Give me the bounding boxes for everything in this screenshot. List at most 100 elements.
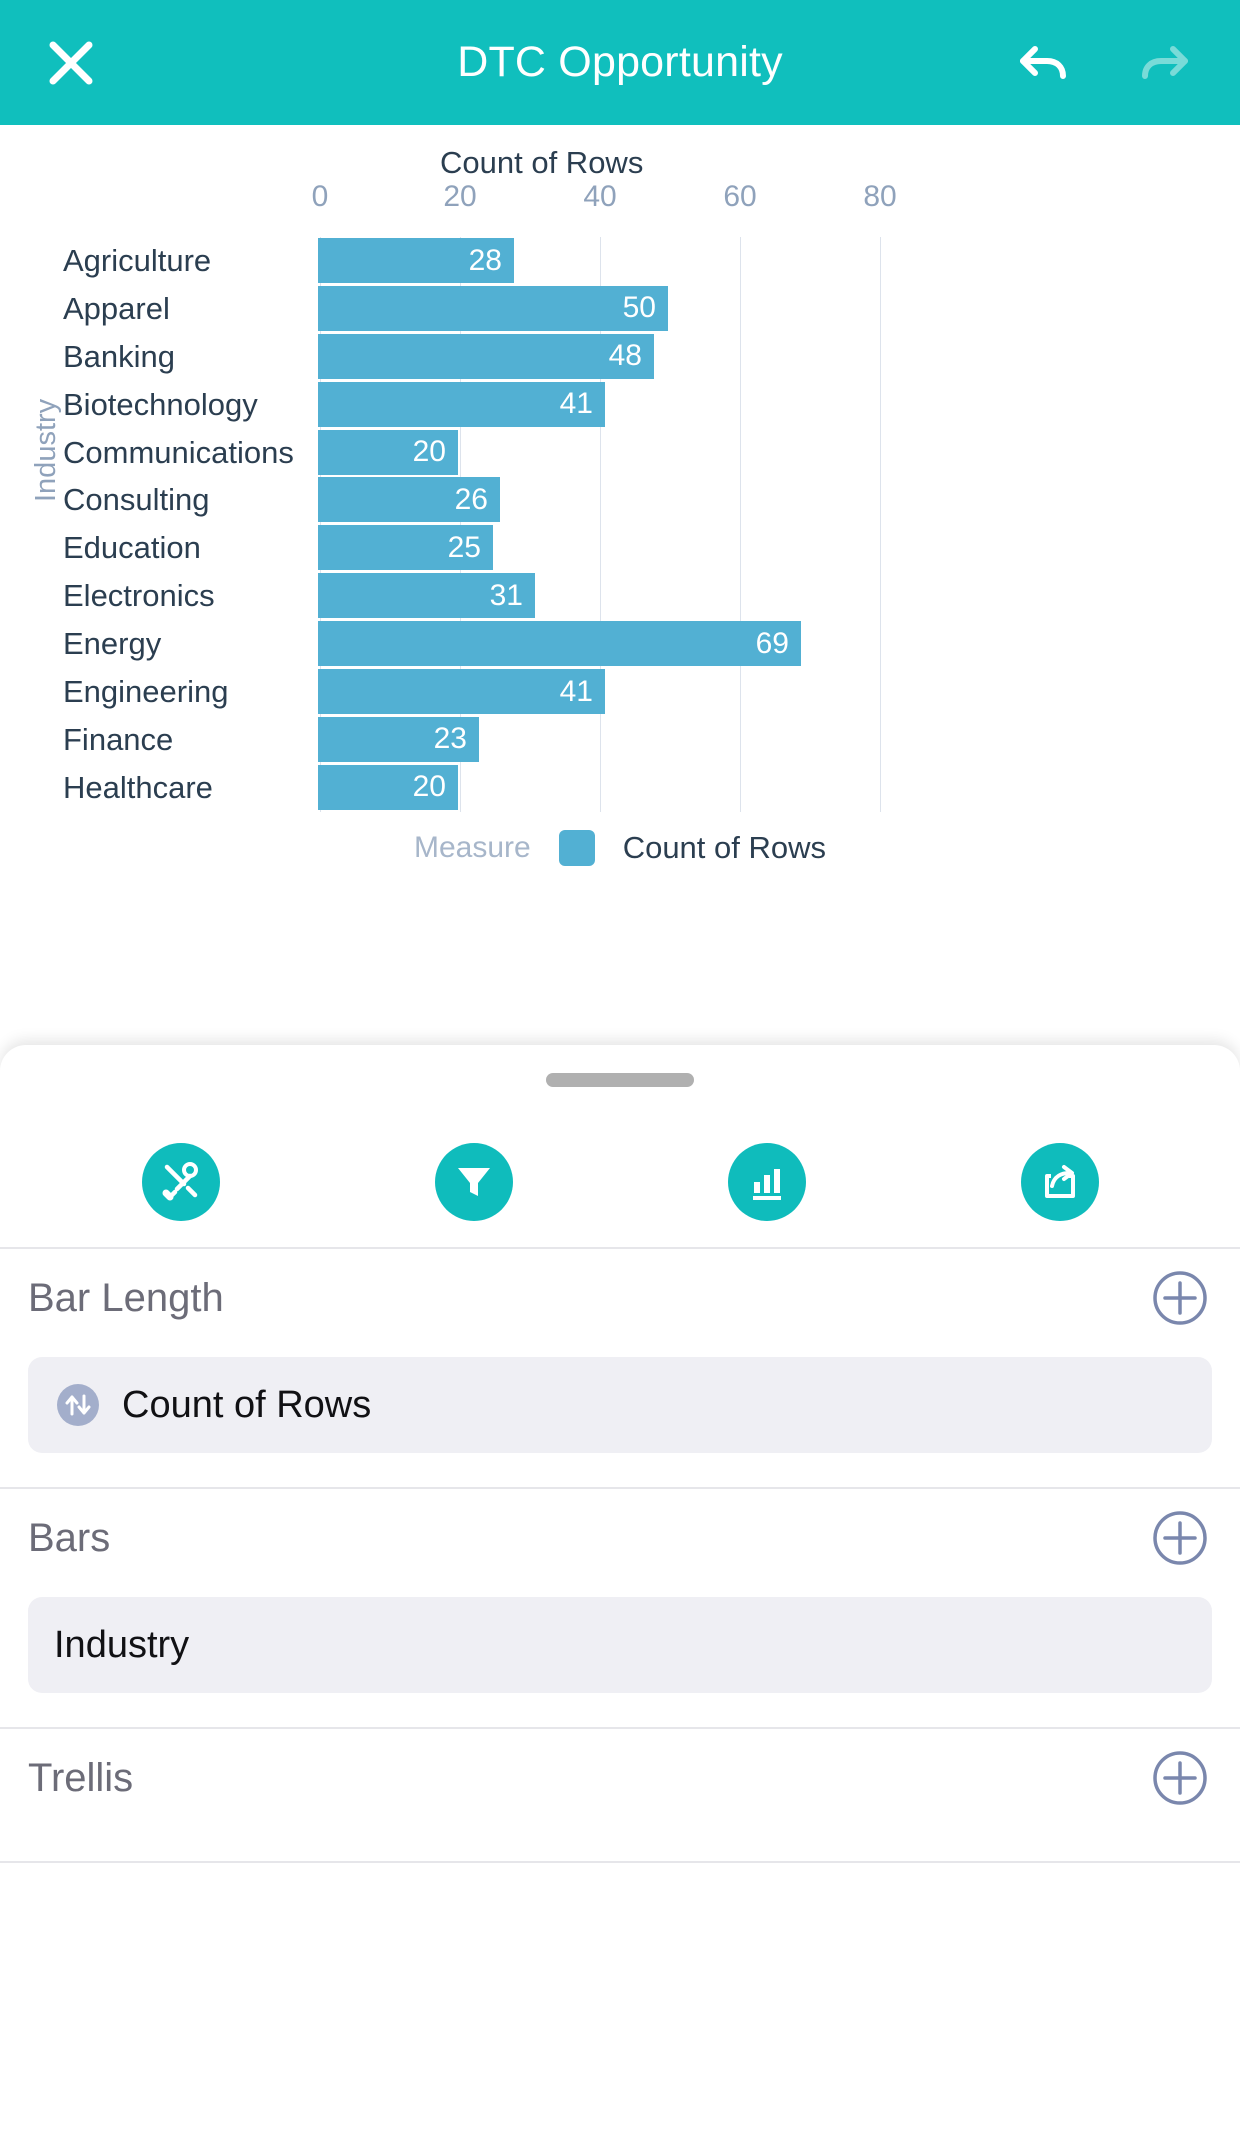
bottom-sheet: Bar Length Count of RowsBars IndustryTre… [0, 1045, 1240, 2148]
bar-rows: Agriculture 28 Apparel 50 Banking 48 Biotechno… [0, 237, 1240, 812]
add-field-button[interactable] [1152, 1750, 1208, 1806]
header-left-group [40, 32, 102, 94]
close-icon [45, 37, 97, 89]
legend-swatch [559, 830, 595, 866]
category-label: Agriculture [63, 243, 211, 279]
x-axis-tick-labels: 0 20 40 60 80 [0, 180, 1240, 226]
category-label: Healthcare [63, 770, 213, 806]
category-label: Communications [63, 435, 294, 471]
section-title: Trellis [28, 1756, 133, 1801]
bar[interactable]: 28 [318, 238, 514, 283]
bar-value-label: 69 [756, 627, 801, 661]
x-tick-0: 0 [312, 180, 329, 214]
bar[interactable]: 26 [318, 477, 500, 522]
section-divider [0, 1861, 1240, 1863]
bar[interactable]: 23 [318, 717, 479, 762]
app-header: DTC Opportunity [0, 0, 1240, 125]
bar-row[interactable]: Biotechnology 41 [0, 381, 1240, 429]
legend-caption: Measure [414, 831, 531, 865]
bar-row[interactable]: Agriculture 28 [0, 237, 1240, 285]
plus-circle-icon [1152, 1750, 1208, 1806]
bar-row[interactable]: Banking 48 [0, 333, 1240, 381]
header-right-group [1012, 32, 1196, 94]
bar-row[interactable]: Education25 [0, 524, 1240, 572]
bar[interactable]: 20 [318, 430, 458, 475]
field-chip[interactable]: Count of Rows [28, 1357, 1212, 1453]
bar[interactable]: 31 [318, 573, 535, 618]
bar-row[interactable]: Consulting 26 [0, 476, 1240, 524]
x-tick-20: 20 [443, 180, 476, 214]
x-tick-80: 80 [863, 180, 896, 214]
section-header: Bar Length [0, 1249, 1240, 1347]
bar[interactable]: 50 [318, 286, 668, 331]
redo-button[interactable] [1134, 32, 1196, 94]
share-icon [1038, 1160, 1082, 1204]
section-trellis: Trellis [0, 1729, 1240, 1863]
plus-circle-icon [1152, 1510, 1208, 1566]
add-field-button[interactable] [1152, 1270, 1208, 1326]
bar-value-label: 48 [609, 339, 654, 373]
bar[interactable]: 25 [318, 525, 493, 570]
bar-row[interactable]: Energy69 [0, 620, 1240, 668]
add-field-button[interactable] [1152, 1510, 1208, 1566]
close-button[interactable] [40, 32, 102, 94]
sheet-drag-handle[interactable] [546, 1073, 694, 1087]
field-chip[interactable]: Industry [28, 1597, 1212, 1693]
bar-row[interactable]: Apparel 50 [0, 285, 1240, 333]
category-label: Electronics [63, 578, 215, 614]
legend-entry-label: Count of Rows [623, 830, 826, 866]
filter-button[interactable] [435, 1143, 513, 1221]
bar-row[interactable]: Finance23 [0, 716, 1240, 764]
undo-icon [1015, 35, 1071, 91]
bar-value-label: 26 [455, 483, 500, 517]
tools-button[interactable] [142, 1143, 220, 1221]
bar-value-label: 25 [448, 531, 493, 565]
section-title: Bars [28, 1516, 110, 1561]
bar-row[interactable]: Communications 20 [0, 429, 1240, 477]
chart-legend: Measure Count of Rows [0, 830, 1240, 866]
category-label: Consulting [63, 482, 209, 518]
bar-value-label: 23 [434, 722, 479, 756]
section-bar-length: Bar Length Count of Rows [0, 1249, 1240, 1489]
section-bars: Bars Industry [0, 1489, 1240, 1729]
chart-panel[interactable]: Count of Rows 020406080 Industry Agricul… [0, 125, 1240, 1040]
bar[interactable]: 41 [318, 382, 605, 427]
redo-icon [1137, 35, 1193, 91]
category-label: Apparel [63, 291, 170, 327]
field-chip-label: Industry [54, 1624, 189, 1667]
bar[interactable]: 69 [318, 621, 801, 666]
bar-value-label: 28 [469, 244, 514, 278]
chart-button[interactable] [728, 1143, 806, 1221]
x-tick-40: 40 [583, 180, 616, 214]
bar[interactable]: 20 [318, 765, 458, 810]
category-label: Engineering [63, 674, 228, 710]
bar-value-label: 50 [623, 291, 668, 325]
section-title: Bar Length [28, 1276, 224, 1321]
bar[interactable]: 41 [318, 669, 605, 714]
filter-icon [453, 1161, 495, 1203]
field-chip-label: Count of Rows [122, 1384, 371, 1427]
tools-icon [158, 1159, 204, 1205]
plot-area[interactable]: Industry Agriculture28Apparel50Banking48… [0, 237, 1240, 812]
sheet-toolbar [0, 1117, 1240, 1247]
bar-value-label: 41 [560, 387, 605, 421]
measure-arrows-icon [54, 1381, 102, 1429]
section-header: Trellis [0, 1729, 1240, 1827]
plus-circle-icon [1152, 1270, 1208, 1326]
bar-value-label: 20 [413, 435, 458, 469]
x-tick-60: 60 [723, 180, 756, 214]
undo-button[interactable] [1012, 32, 1074, 94]
bar-value-label: 31 [490, 579, 535, 613]
bar-value-label: 20 [413, 770, 458, 804]
app-root: DTC Opportunity Count of Rows 020406080 … [0, 0, 1240, 2148]
bar[interactable]: 48 [318, 334, 654, 379]
section-header: Bars [0, 1489, 1240, 1587]
chart-icon [746, 1161, 788, 1203]
share-button[interactable] [1021, 1143, 1099, 1221]
category-label: Banking [63, 339, 175, 375]
bar-row[interactable]: Electronics 31 [0, 572, 1240, 620]
bar-row[interactable]: Healthcare 20 [0, 764, 1240, 812]
bar-value-label: 41 [560, 675, 605, 709]
bar-row[interactable]: Engineering 41 [0, 668, 1240, 716]
category-label: Biotechnology [63, 387, 258, 423]
